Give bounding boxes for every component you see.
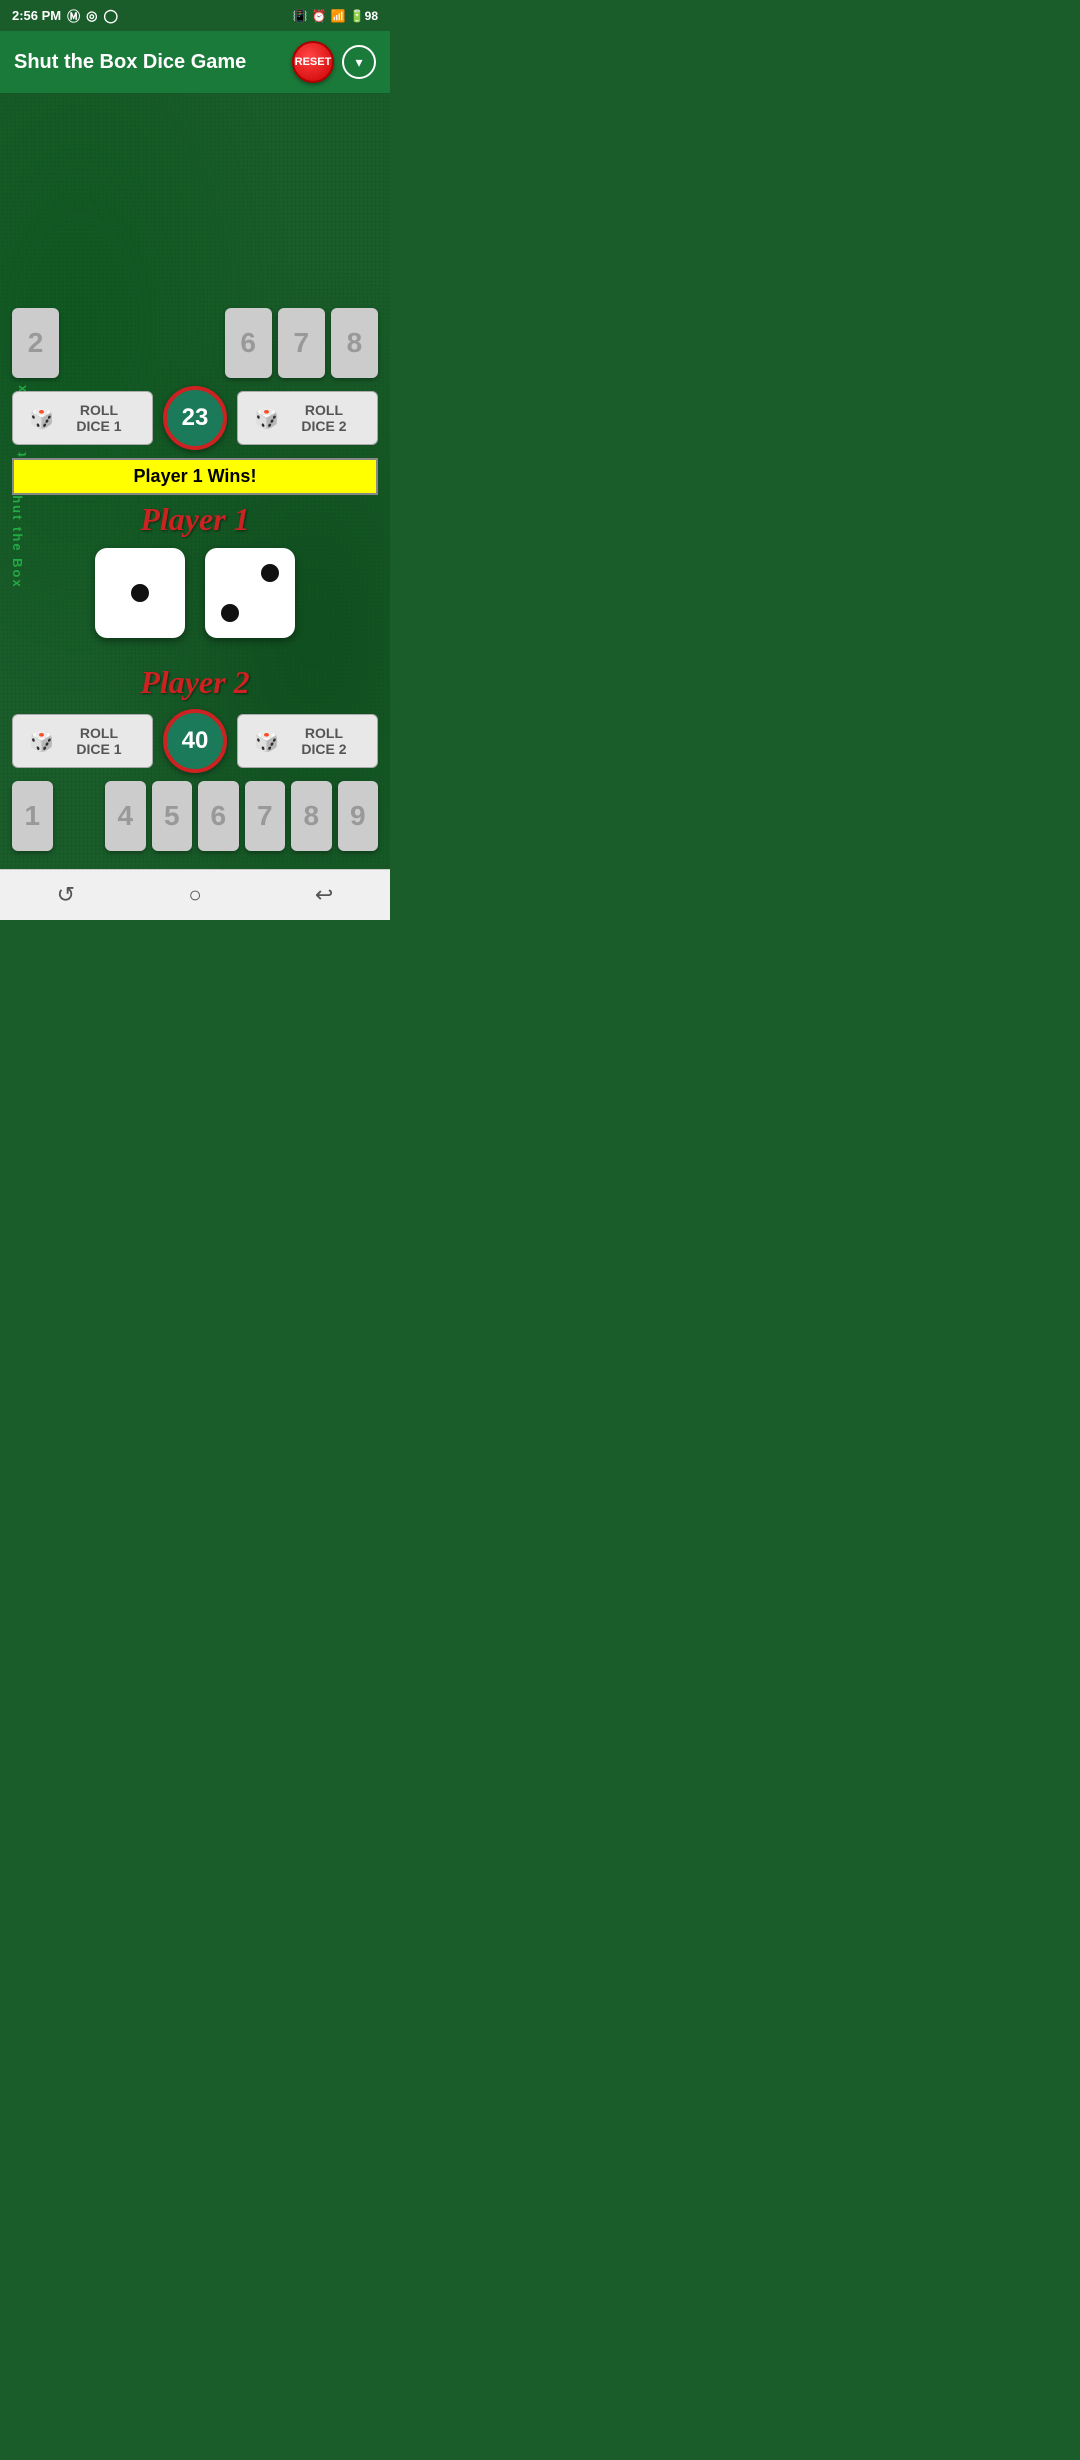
die-1 <box>95 548 185 638</box>
player2-tiles-row: 1 4 5 6 7 8 9 <box>12 781 378 851</box>
dice-area <box>12 548 378 638</box>
die2-dot1 <box>261 564 279 582</box>
time: 2:56 PM <box>12 8 61 23</box>
player2-score: 40 <box>163 709 227 773</box>
player2-roll-dice-1-button[interactable]: 🎲 ROLL DICE 1 <box>12 714 153 768</box>
facebook-icon: Ⓜ <box>67 6 80 25</box>
instagram-icon: ◎ <box>86 8 97 24</box>
player2-controls: 🎲 ROLL DICE 1 40 🎲 ROLL DICE 2 <box>12 709 378 773</box>
dice1-icon: 🎲 <box>29 406 54 431</box>
status-left: 2:56 PM Ⓜ ◎ ◯ <box>12 6 118 25</box>
dice2-icon: 🎲 <box>254 406 279 431</box>
die2-dot2 <box>221 604 239 622</box>
player1-roll1-label: ROLL DICE 1 <box>62 402 136 434</box>
player2-tile-5[interactable]: 5 <box>152 781 193 851</box>
p2-dice2-icon: 🎲 <box>254 729 279 754</box>
dropdown-button[interactable]: ▾ <box>342 45 376 79</box>
app-header: Shut the Box Dice Game RESET ▾ <box>0 31 390 93</box>
die1-dot1 <box>131 584 149 602</box>
die-2 <box>205 548 295 638</box>
player2-roll1-label: ROLL DICE 1 <box>62 725 136 757</box>
player2-tile-8[interactable]: 8 <box>291 781 332 851</box>
return-nav-button[interactable]: ↩ <box>315 882 333 908</box>
player1-tiles-row: 2 6 7 8 <box>12 308 378 378</box>
player1-tile-7[interactable]: 7 <box>278 308 325 378</box>
battery-icon: 🔋98 <box>350 9 378 23</box>
app-title: Shut the Box Dice Game <box>14 51 246 74</box>
player2-tile-7[interactable]: 7 <box>245 781 286 851</box>
p2-dice1-icon: 🎲 <box>29 729 54 754</box>
player2-tile-6[interactable]: 6 <box>198 781 239 851</box>
win-banner: Player 1 Wins! <box>12 458 378 495</box>
player1-label: Player 1 <box>12 501 378 538</box>
player2-label: Player 2 <box>12 664 378 701</box>
alarm-icon: ⏰ <box>312 9 327 23</box>
header-controls: RESET ▾ <box>292 41 376 83</box>
home-nav-button[interactable]: ○ <box>188 882 201 908</box>
player2-tile-1[interactable]: 1 <box>12 781 53 851</box>
player1-tile-8[interactable]: 8 <box>331 308 378 378</box>
game-area: shut the Box shut the Box 2 6 7 8 🎲 ROLL… <box>0 93 390 869</box>
signal-icon: 📶 <box>331 9 346 23</box>
vibrate-icon: 📳 <box>293 9 308 23</box>
back-nav-button[interactable]: ↺ <box>57 882 75 908</box>
player1-controls: 🎲 ROLL DICE 1 23 🎲 ROLL DICE 2 <box>12 386 378 450</box>
player2-roll2-label: ROLL DICE 2 <box>287 725 361 757</box>
player1-tile-6[interactable]: 6 <box>225 308 272 378</box>
app-icon: ◯ <box>104 8 119 24</box>
player1-tile-2[interactable]: 2 <box>12 308 59 378</box>
reset-button[interactable]: RESET <box>292 41 334 83</box>
bottom-nav: ↺ ○ ↩ <box>0 869 390 920</box>
player1-roll2-label: ROLL DICE 2 <box>287 402 361 434</box>
player1-score: 23 <box>163 386 227 450</box>
player2-tile-4[interactable]: 4 <box>105 781 146 851</box>
player1-roll-dice-2-button[interactable]: 🎲 ROLL DICE 2 <box>237 391 378 445</box>
player1-roll-dice-1-button[interactable]: 🎲 ROLL DICE 1 <box>12 391 153 445</box>
status-right: 📳 ⏰ 📶 🔋98 <box>293 9 378 23</box>
player2-roll-dice-2-button[interactable]: 🎲 ROLL DICE 2 <box>237 714 378 768</box>
status-bar: 2:56 PM Ⓜ ◎ ◯ 📳 ⏰ 📶 🔋98 <box>0 0 390 31</box>
player2-tile-9[interactable]: 9 <box>338 781 379 851</box>
